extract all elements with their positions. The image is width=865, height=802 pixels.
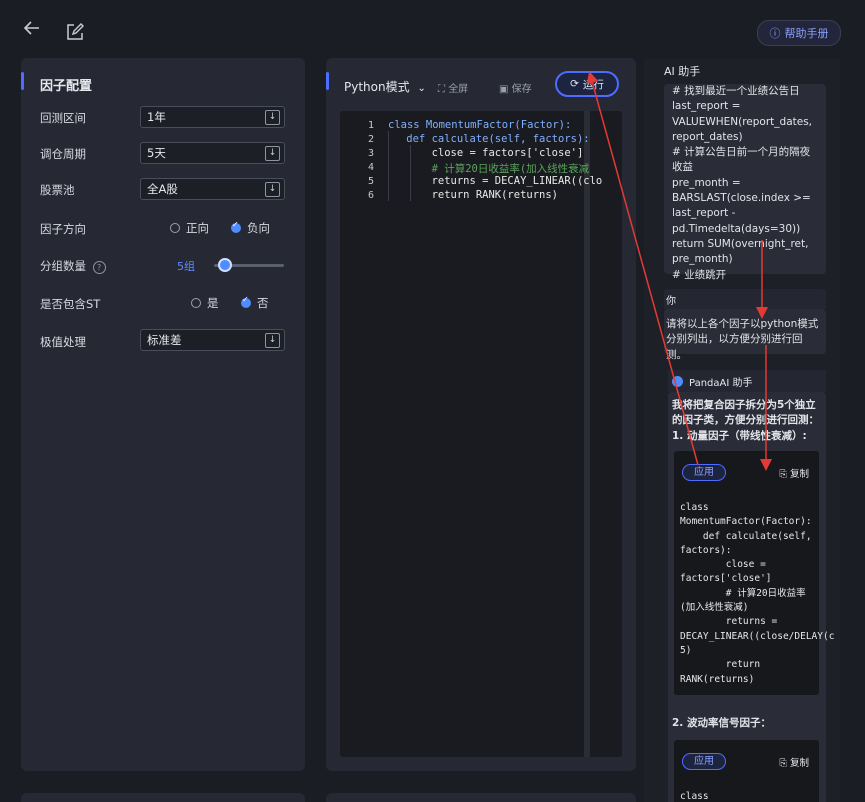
direction-positive-label: 正向	[186, 221, 209, 235]
help-icon: ⓘ	[769, 27, 781, 40]
include-st-label: 是否包含ST	[40, 297, 101, 311]
assistant-message: 我将把复合因子拆分为5个独立的因子类，方便分别进行回测： 1. 动量因子（带线性…	[668, 392, 834, 802]
line-number: 4	[367, 162, 374, 173]
factor-direction-label: 因子方向	[40, 222, 86, 236]
run-label: 运行	[582, 78, 604, 91]
chevron-down-icon: ⌄	[417, 83, 426, 94]
code-editor-panel: Python模式 ⌄ ⛶ 全屏 ▣ 保存 ⟳ 运行 1 2 3 4 5 6 cl…	[326, 58, 636, 771]
copy-icon: ⎘	[779, 758, 787, 769]
copy-button[interactable]: ⎘ 复制	[779, 467, 809, 482]
stock-pool-select[interactable]: 全A股 ↓	[140, 178, 285, 200]
code-line-3: close = factors['close']	[381, 147, 584, 159]
backtest-range-label: 回测区间	[40, 111, 86, 125]
ai-chat-panel: # 找到最近一个业绩公告日 last_report = VALUEWHEN(re…	[644, 84, 840, 802]
rebalance-period-select[interactable]: 5天 ↓	[140, 142, 285, 164]
fullscreen-label: 全屏	[448, 84, 469, 95]
bottom-panel-stub	[21, 793, 305, 802]
group-count-slider-handle[interactable]	[218, 258, 232, 272]
stock-pool-label: 股票池	[40, 183, 75, 197]
help-manual-label: 帮助手册	[784, 27, 829, 40]
previous-message: # 找到最近一个业绩公告日 last_report = VALUEWHEN(re…	[664, 84, 826, 281]
copy-label: 复制	[789, 758, 809, 769]
dropdown-arrow-icon: ↓	[265, 110, 280, 125]
question-icon[interactable]: ?	[92, 261, 106, 274]
fullscreen-icon: ⛶	[438, 84, 445, 95]
help-manual-button[interactable]: ⓘ 帮助手册	[757, 20, 841, 46]
line-number: 3	[367, 148, 374, 159]
ai-assistant-header: AI 助手	[644, 58, 840, 84]
line-number: 6	[367, 190, 374, 201]
python-mode-label: Python模式	[344, 80, 410, 94]
dropdown-arrow-icon: ↓	[265, 146, 280, 161]
edit-icon[interactable]	[66, 22, 84, 46]
code-line-4: # 计算20日收益率(加入线性衰减	[381, 163, 590, 175]
panda-logo-icon	[672, 375, 683, 387]
rebalance-period-value: 5天	[147, 146, 166, 160]
run-button[interactable]: ⟳ 运行	[555, 71, 619, 97]
factor-config-panel: 因子配置 回测区间 1年 ↓ 调仓周期 5天 ↓ 股票池 全A股 ↓ 因子方向 …	[21, 58, 305, 771]
user-label: 你	[664, 289, 826, 309]
group-count-value: 5组	[177, 260, 195, 273]
code-snippet-2: class	[680, 791, 709, 802]
item-1-title: 1. 动量因子（带线性衰减）:	[672, 430, 807, 442]
code-line-1: class MomentumFactor(Factor):	[388, 119, 572, 131]
backtest-range-value: 1年	[147, 110, 166, 124]
dropdown-arrow-icon: ↓	[265, 333, 280, 348]
radio-checked-icon	[241, 295, 251, 308]
stock-pool-value: 全A股	[147, 182, 178, 196]
apply-button[interactable]: 应用	[682, 464, 726, 481]
code-line-5: returns = DECAY_LINEAR((clo	[381, 175, 603, 187]
direction-positive-radio[interactable]: 正向	[170, 220, 209, 236]
accent-bar	[21, 72, 24, 90]
extreme-handling-value: 标准差	[147, 333, 182, 347]
rebalance-period-label: 调仓周期	[40, 147, 86, 161]
include-st-yes-radio[interactable]: 是	[191, 295, 219, 311]
include-st-no-radio[interactable]: 否	[241, 295, 269, 311]
backtest-range-select[interactable]: 1年 ↓	[140, 106, 285, 128]
copy-icon: ⎘	[779, 469, 787, 480]
assistant-name: PandaAI 助手	[689, 377, 753, 389]
back-arrow-icon[interactable]	[22, 18, 42, 43]
code-card-1: 应用 ⎘ 复制 class MomentumFactor(Factor): de…	[674, 451, 834, 695]
radio-checked-icon	[231, 220, 241, 233]
editor-scrollbar[interactable]	[584, 111, 590, 757]
item-2-title: 2. 波动率信号因子：	[672, 717, 771, 729]
code-line-2: def calculate(self, factors):	[381, 133, 590, 145]
radio-unchecked-icon	[170, 223, 180, 233]
save-icon: ▣	[499, 84, 509, 95]
extreme-handling-label: 极值处理	[40, 335, 86, 349]
group-count-text: 分组数量	[40, 259, 86, 273]
line-number: 5	[367, 176, 374, 187]
dropdown-arrow-icon: ↓	[265, 182, 280, 197]
reply-intro: 我将把复合因子拆分为5个独立的因子类，方便分别进行回测：	[672, 399, 819, 427]
save-button[interactable]: ▣ 保存	[499, 80, 532, 95]
config-title: 因子配置	[40, 79, 93, 94]
group-count-label: 分组数量 ?	[40, 258, 106, 274]
apply-button[interactable]: 应用	[682, 753, 726, 770]
bottom-panel-stub	[326, 793, 636, 802]
direction-negative-label: 负向	[247, 221, 270, 235]
code-line-6: return RANK(returns)	[381, 189, 559, 201]
accent-bar	[326, 72, 329, 90]
include-st-yes-label: 是	[207, 296, 219, 310]
code-card-2: 应用 ⎘ 复制 class	[674, 740, 819, 802]
line-number: 1	[367, 120, 374, 131]
refresh-icon: ⟳	[570, 78, 579, 90]
user-message: 请将以上各个因子以python模式分别列出，以方便分别进行回测。	[664, 309, 826, 361]
assistant-header: PandaAI 助手	[668, 370, 826, 392]
code-editor[interactable]: 1 2 3 4 5 6 class MomentumFactor(Factor)…	[340, 111, 622, 757]
copy-button[interactable]: ⎘ 复制	[779, 756, 809, 771]
include-st-no-label: 否	[257, 296, 269, 310]
copy-label: 复制	[789, 469, 809, 480]
code-snippet-1: class MomentumFactor(Factor): def calcul…	[680, 502, 835, 685]
save-label: 保存	[511, 84, 532, 95]
radio-unchecked-icon	[191, 298, 201, 308]
fullscreen-button[interactable]: ⛶ 全屏	[438, 80, 468, 95]
extreme-handling-select[interactable]: 标准差 ↓	[140, 329, 285, 351]
line-number: 2	[367, 134, 374, 145]
direction-negative-radio[interactable]: 负向	[231, 220, 270, 236]
python-mode-dropdown[interactable]: Python模式 ⌄	[344, 78, 426, 95]
